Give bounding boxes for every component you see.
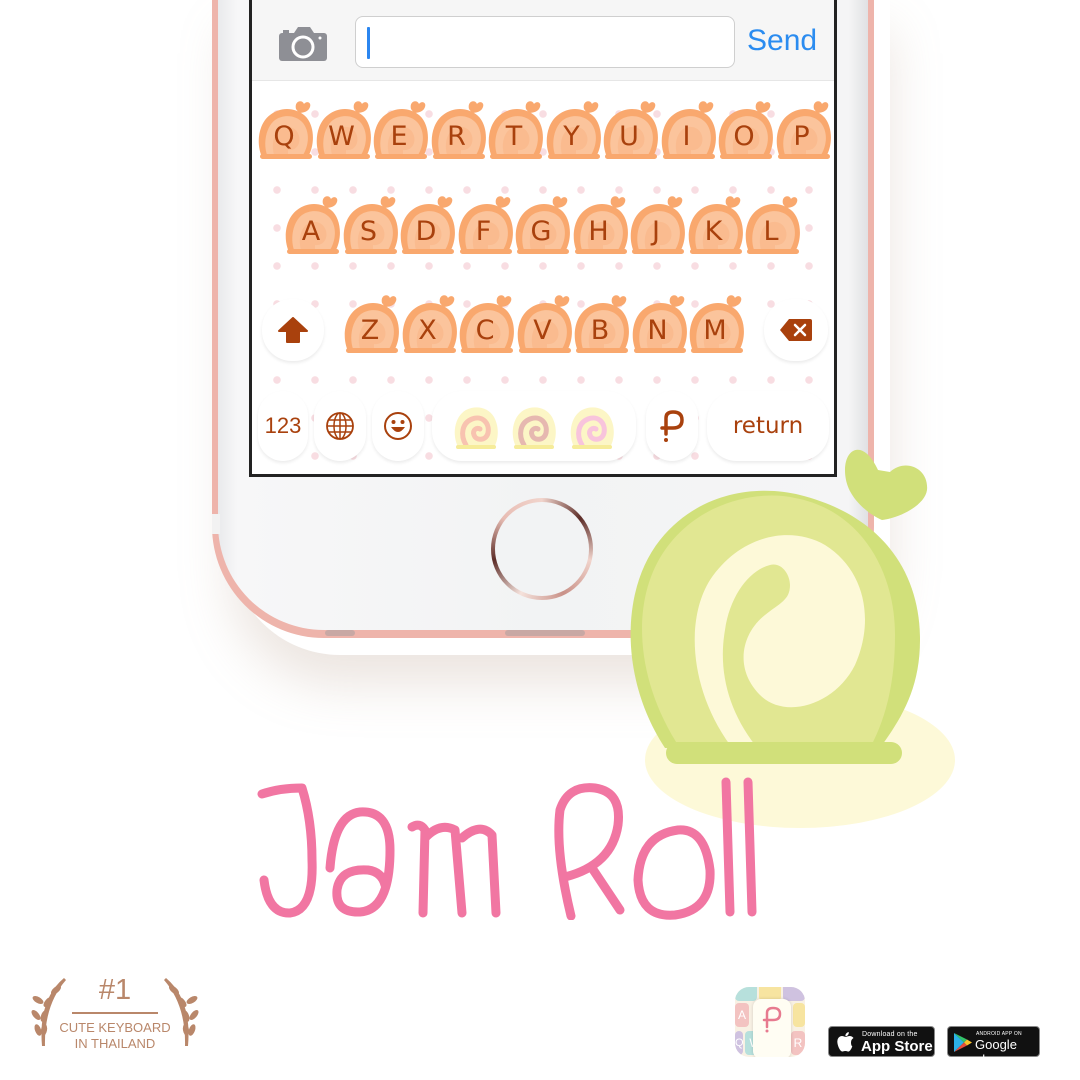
key-s[interactable]: S <box>343 194 398 254</box>
emoji-key[interactable] <box>372 391 424 461</box>
globe-icon <box>326 412 354 440</box>
chocolate-roll-icon[interactable] <box>510 403 558 451</box>
key-x[interactable]: X <box>402 293 457 353</box>
shift-arrow-icon <box>278 317 308 343</box>
key-label: V <box>533 315 552 346</box>
key-label: C <box>475 315 495 346</box>
home-button[interactable] <box>491 498 593 600</box>
key-label: P <box>793 121 810 152</box>
roll-base <box>666 742 902 764</box>
theme-rolls <box>444 401 624 451</box>
app-icon-key: R <box>791 1031 805 1055</box>
phone-speaker-port <box>325 630 355 636</box>
app-store-button[interactable]: Download on the App Store <box>828 1026 935 1057</box>
key-t[interactable]: T <box>488 99 543 159</box>
key-label: F <box>475 216 492 247</box>
camera-icon[interactable] <box>279 27 327 61</box>
phone-lightning-port <box>505 630 585 636</box>
peach-roll-icon[interactable] <box>452 403 500 451</box>
key-label: Q <box>273 121 295 152</box>
key-q[interactable]: Q <box>258 99 313 159</box>
hero-title: Jam Roll <box>257 777 757 920</box>
badge-line-2: IN THAILAND <box>74 1036 156 1051</box>
numbers-key[interactable]: 123 <box>258 391 308 461</box>
key-i[interactable]: I <box>661 99 716 159</box>
p-logo-icon <box>762 1006 782 1033</box>
google-play-big-text: Google play <box>975 1037 1017 1067</box>
globe-key[interactable] <box>314 391 366 461</box>
key-label: R <box>447 121 466 152</box>
key-label: I <box>682 121 691 152</box>
backspace-key[interactable] <box>764 299 828 361</box>
phone-screen: Send Q W E R T Y U I O P A S D F G H J K L Z X C V B N M 123 re… <box>249 0 837 477</box>
key-u[interactable]: U <box>603 99 658 159</box>
key-label: Z <box>360 315 380 346</box>
shift-key[interactable] <box>262 299 324 361</box>
app-icon[interactable]: A Q W R <box>735 987 805 1057</box>
key-j[interactable]: J <box>630 194 685 254</box>
key-y[interactable]: Y <box>546 99 601 159</box>
key-label: E <box>390 121 408 152</box>
key-label: L <box>763 216 779 247</box>
apple-icon <box>837 1032 854 1052</box>
key-label: D <box>415 216 437 247</box>
text-caret <box>367 27 370 59</box>
key-g[interactable]: G <box>515 194 570 254</box>
key-f[interactable]: F <box>458 194 513 254</box>
key-z[interactable]: Z <box>344 293 399 353</box>
google-play-button[interactable]: ANDROID APP ON Google play <box>947 1026 1040 1067</box>
key-d[interactable]: D <box>400 194 455 254</box>
key-label: K <box>704 216 723 247</box>
google-play-icon <box>954 1033 972 1052</box>
message-input[interactable] <box>355 16 735 68</box>
key-h[interactable]: H <box>573 194 628 254</box>
phone-side-button <box>212 514 220 534</box>
key-v[interactable]: V <box>517 293 572 353</box>
key-b[interactable]: B <box>574 293 629 353</box>
key-label: G <box>530 216 552 247</box>
app-store-big-text: App Store <box>861 1038 933 1055</box>
key-w[interactable]: W <box>316 99 371 159</box>
key-label: U <box>619 121 639 152</box>
key-m[interactable]: M <box>689 293 744 353</box>
app-icon-key: Q <box>735 1031 744 1055</box>
key-label: T <box>505 121 523 152</box>
key-label: S <box>359 216 378 247</box>
key-label: X <box>418 315 437 346</box>
key-a[interactable]: A <box>285 194 340 254</box>
key-label: N <box>647 315 668 346</box>
key-n[interactable]: N <box>632 293 687 353</box>
key-r[interactable]: R <box>431 99 486 159</box>
keyboard: Q W E R T Y U I O P A S D F G H J K L Z X C V B N M 123 return <box>252 81 834 474</box>
key-o[interactable]: O <box>718 99 773 159</box>
key-label: J <box>652 216 660 247</box>
message-bar: Send <box>252 0 834 81</box>
key-p[interactable]: P <box>776 99 831 159</box>
key-label: B <box>590 315 610 346</box>
key-label: M <box>703 315 727 346</box>
app-icon-key: A <box>735 1003 749 1027</box>
send-button[interactable]: Send <box>747 24 817 58</box>
badge-line-1: CUTE KEYBOARD <box>59 1020 171 1035</box>
key-k[interactable]: K <box>688 194 743 254</box>
key-label: H <box>588 216 609 247</box>
key-label: W <box>328 121 355 152</box>
backspace-icon <box>780 319 812 341</box>
key-label: A <box>301 216 321 247</box>
badge-divider <box>72 1012 158 1014</box>
key-e[interactable]: E <box>373 99 428 159</box>
smiley-icon <box>384 412 412 440</box>
key-label: O <box>733 121 755 152</box>
key-label: Y <box>563 121 580 152</box>
roll-heart-icon <box>844 449 928 520</box>
key-c[interactable]: C <box>459 293 514 353</box>
badge-rank: #1 <box>98 974 132 1006</box>
app-store-small-text: Download on the <box>862 1031 918 1038</box>
award-badge: #1 CUTE KEYBOARD IN THAILAND <box>30 970 200 1060</box>
key-l[interactable]: L <box>745 194 800 254</box>
